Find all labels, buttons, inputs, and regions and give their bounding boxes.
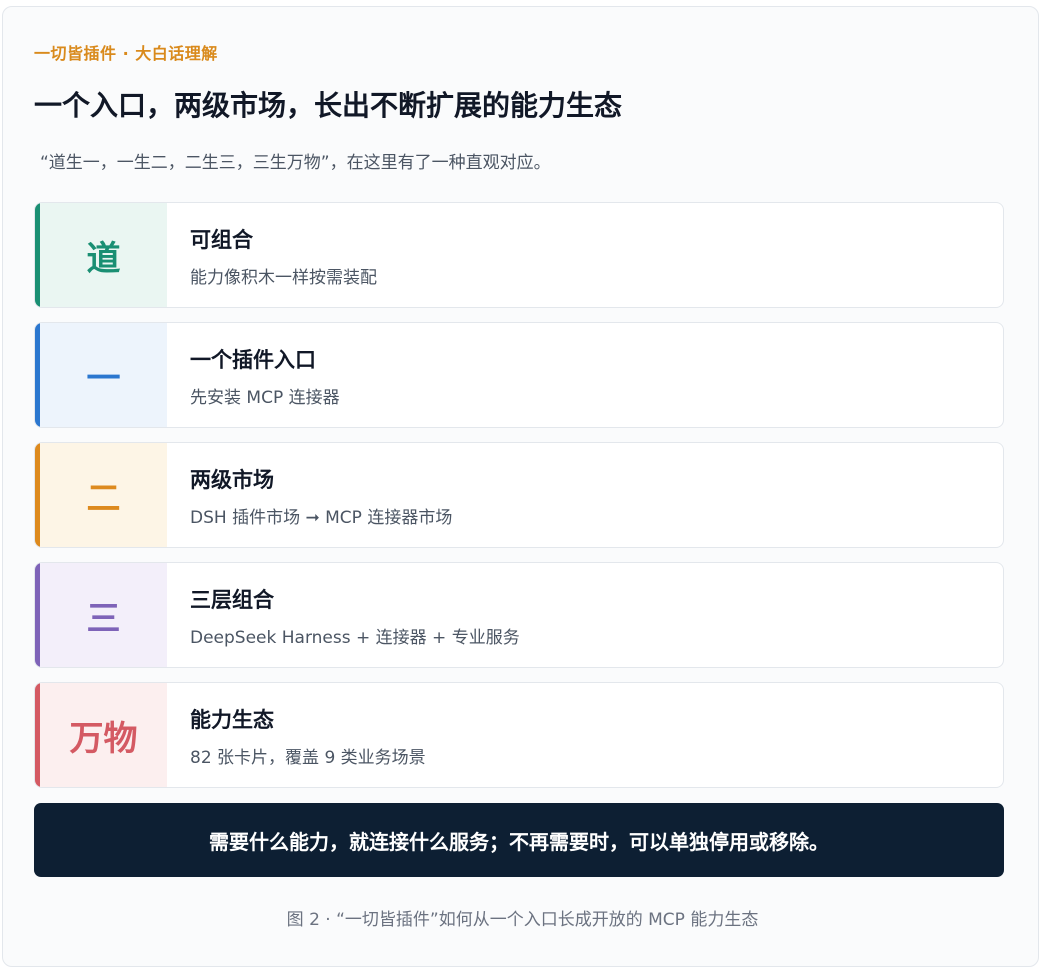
card-badge: 万物 [40, 683, 167, 787]
card-title: 能力生态 [190, 708, 274, 732]
card-description: 先安装 MCP 连接器 [190, 388, 340, 408]
card-badge: 三 [40, 563, 167, 667]
card-title: 可组合 [190, 228, 253, 252]
page-title: 一个入口，两级市场，长出不断扩展的能力生态 [34, 89, 623, 122]
card-dao: 道 可组合 能力像积木一样按需装配 [34, 202, 1004, 308]
card-wanwu: 万物 能力生态 82 张卡片，覆盖 9 类业务场景 [34, 682, 1004, 788]
card-er: 二 两级市场 DSH 插件市场 ➞ MCP 连接器市场 [34, 442, 1004, 548]
page-subtitle: “道生一，一生二，二生三，三生万物”，在这里有了一种直观对应。 [40, 153, 551, 173]
card-description: 82 张卡片，覆盖 9 类业务场景 [190, 748, 426, 768]
card-badge: 二 [40, 443, 167, 547]
summary-banner: 需要什么能力，就连接什么服务；不再需要时，可以单独停用或移除。 [34, 803, 1004, 877]
eyebrow-label: 一切皆插件 · 大白话理解 [34, 44, 218, 63]
card-badge: 道 [40, 203, 167, 307]
card-yi: 一 一个插件入口 先安装 MCP 连接器 [34, 322, 1004, 428]
card-description: 能力像积木一样按需装配 [190, 268, 377, 288]
figure-caption: 图 2 · “一切皆插件”如何从一个入口长成开放的 MCP 能力生态 [286, 910, 759, 930]
card-title: 三层组合 [190, 588, 274, 612]
card-description: DeepSeek Harness + 连接器 + 专业服务 [190, 628, 520, 648]
card-title: 两级市场 [190, 468, 274, 492]
card-title: 一个插件入口 [190, 348, 316, 372]
card-badge: 一 [40, 323, 167, 427]
card-san: 三 三层组合 DeepSeek Harness + 连接器 + 专业服务 [34, 562, 1004, 668]
card-description: DSH 插件市场 ➞ MCP 连接器市场 [190, 508, 453, 528]
